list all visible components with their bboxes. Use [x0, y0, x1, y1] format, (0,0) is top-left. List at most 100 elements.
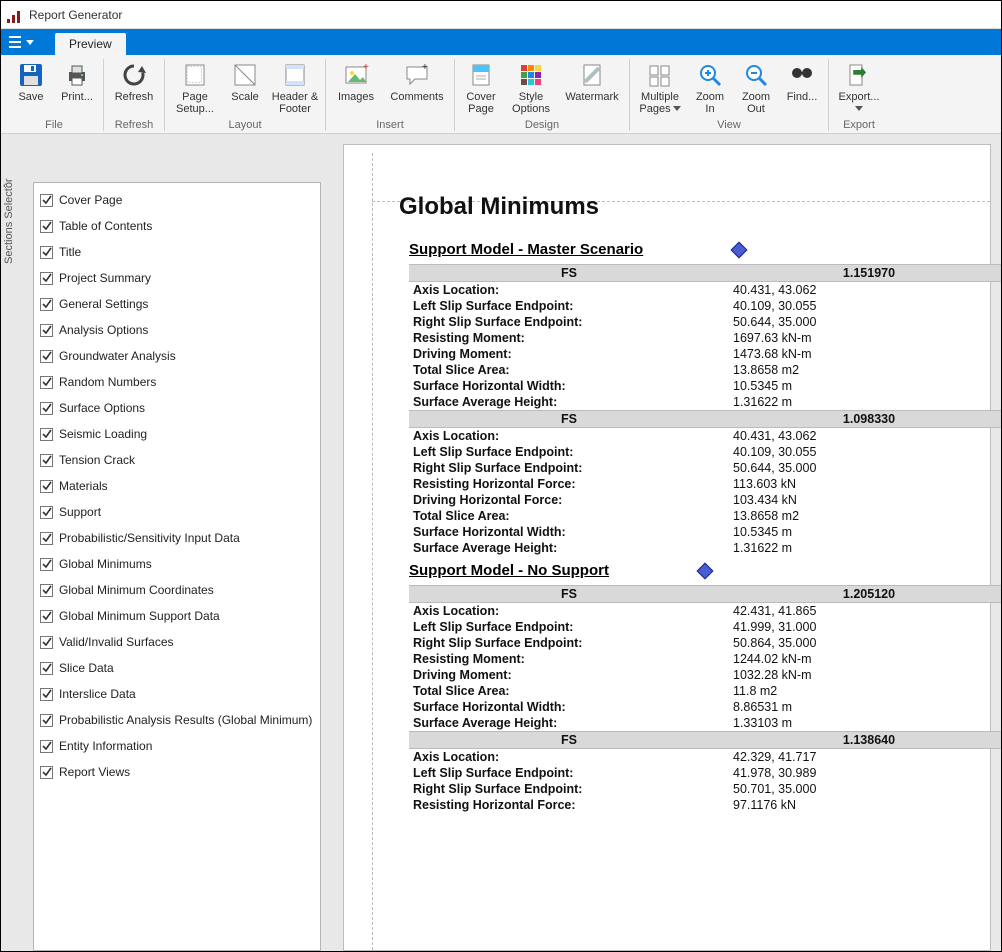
section-item-label: Global Minimum Coordinates [59, 583, 214, 597]
tab-preview[interactable]: Preview [55, 33, 126, 55]
checkbox-icon[interactable] [40, 688, 53, 701]
checkbox-icon[interactable] [40, 636, 53, 649]
section-item[interactable]: Support [40, 499, 314, 525]
images-button[interactable]: + Images [332, 59, 380, 117]
row-key: Right Slip Surface Endpoint: [409, 781, 729, 797]
checkbox-icon[interactable] [40, 662, 53, 675]
checkbox-icon[interactable] [40, 714, 53, 727]
section-item[interactable]: Global Minimums [40, 551, 314, 577]
checkbox-icon[interactable] [40, 480, 53, 493]
section-item[interactable]: Cover Page [40, 187, 314, 213]
checkbox-icon[interactable] [40, 584, 53, 597]
section-item-label: Slice Data [59, 661, 114, 675]
find-button[interactable]: Find... [782, 59, 822, 117]
checkbox-icon[interactable] [40, 298, 53, 311]
table-row: Resisting Moment:1697.63 kN-m [409, 330, 1001, 346]
checkbox-icon[interactable] [40, 428, 53, 441]
checkbox-icon[interactable] [40, 402, 53, 415]
section-item[interactable]: Report Views [40, 759, 314, 785]
row-value: 42.431, 41.865 [729, 603, 1001, 620]
zoom-in-button[interactable]: Zoom In [690, 59, 730, 117]
section-item-label: Groundwater Analysis [59, 349, 176, 363]
section-item[interactable]: Entity Information [40, 733, 314, 759]
section-item[interactable]: Surface Options [40, 395, 314, 421]
section-item[interactable]: Global Minimum Coordinates [40, 577, 314, 603]
checkbox-icon[interactable] [40, 324, 53, 337]
checkbox-icon[interactable] [40, 350, 53, 363]
multiple-pages-button[interactable]: Multiple Pages [636, 59, 684, 117]
section-item[interactable]: Groundwater Analysis [40, 343, 314, 369]
checkbox-icon[interactable] [40, 610, 53, 623]
row-key: Axis Location: [409, 428, 729, 445]
scale-button[interactable]: Scale [225, 59, 265, 117]
checkbox-icon[interactable] [40, 454, 53, 467]
checkbox-icon[interactable] [40, 376, 53, 389]
section-item-label: Tension Crack [59, 453, 135, 467]
section-item[interactable]: Slice Data [40, 655, 314, 681]
table-row: Left Slip Surface Endpoint:41.978, 30.98… [409, 765, 1001, 781]
row-key: Left Slip Surface Endpoint: [409, 619, 729, 635]
row-value: 103.434 kN [729, 492, 1001, 508]
section-item[interactable]: Global Minimum Support Data [40, 603, 314, 629]
checkbox-icon[interactable] [40, 220, 53, 233]
table-row: Left Slip Surface Endpoint:40.109, 30.05… [409, 298, 1001, 314]
section-item[interactable]: Analysis Options [40, 317, 314, 343]
print-icon [63, 61, 91, 89]
section-item-label: Report Views [59, 765, 130, 779]
checkbox-icon[interactable] [40, 532, 53, 545]
checkbox-icon[interactable] [40, 506, 53, 519]
section-item[interactable]: Materials [40, 473, 314, 499]
section-item[interactable]: Table of Contents [40, 213, 314, 239]
save-button[interactable]: Save [11, 59, 51, 117]
ribbon: Save Print... File Refresh Refresh [1, 55, 1001, 134]
section-item[interactable]: General Settings [40, 291, 314, 317]
refresh-button[interactable]: Refresh [110, 59, 158, 117]
section-item[interactable]: Interslice Data [40, 681, 314, 707]
section-item[interactable]: Tension Crack [40, 447, 314, 473]
checkbox-icon[interactable] [40, 246, 53, 259]
preview-area[interactable]: Global MinimumsSupport Model - Master Sc… [337, 134, 1001, 951]
cover-page-button[interactable]: Cover Page [461, 59, 501, 117]
comments-button[interactable]: + Comments [386, 59, 448, 117]
checkbox-icon[interactable] [40, 194, 53, 207]
app-menu-button[interactable] [1, 29, 41, 55]
section-item[interactable]: Project Summary [40, 265, 314, 291]
section-item[interactable]: Probabilistic Analysis Results (Global M… [40, 707, 314, 733]
zoom-out-button[interactable]: Zoom Out [736, 59, 776, 117]
header-footer-button[interactable]: Header & Footer [271, 59, 319, 117]
checkbox-icon[interactable] [40, 740, 53, 753]
section-item-label: Seismic Loading [59, 427, 147, 441]
print-button[interactable]: Print... [57, 59, 97, 117]
section-item[interactable]: Valid/Invalid Surfaces [40, 629, 314, 655]
table-header-row: FS1.138640 [409, 732, 1001, 749]
row-key: Left Slip Surface Endpoint: [409, 444, 729, 460]
row-value: 50.644, 35.000 [729, 314, 1001, 330]
page-setup-button[interactable]: Page Setup... [171, 59, 219, 117]
ribbon-group-label: View [636, 119, 822, 131]
table-row: Driving Moment:1473.68 kN-m [409, 346, 1001, 362]
section-item[interactable]: Seismic Loading [40, 421, 314, 447]
row-value: 11.8 m2 [729, 683, 1001, 699]
checkbox-icon[interactable] [40, 272, 53, 285]
checkbox-icon[interactable] [40, 558, 53, 571]
cover-page-icon [467, 61, 495, 89]
section-item[interactable]: Title [40, 239, 314, 265]
section-item-label: Random Numbers [59, 375, 156, 389]
row-key: Left Slip Surface Endpoint: [409, 765, 729, 781]
scale-icon [231, 61, 259, 89]
watermark-button[interactable]: Watermark [561, 59, 623, 117]
table-header-row: FS1.151970 [409, 265, 1001, 282]
section-item[interactable]: Probabilistic/Sensitivity Input Data [40, 525, 314, 551]
save-icon [17, 61, 45, 89]
comments-icon: + [403, 61, 431, 89]
row-key: Total Slice Area: [409, 362, 729, 378]
export-button[interactable]: Export... [835, 59, 883, 117]
row-key: Total Slice Area: [409, 683, 729, 699]
checkbox-icon[interactable] [40, 766, 53, 779]
style-options-button[interactable]: Style Options [507, 59, 555, 117]
row-key: Total Slice Area: [409, 508, 729, 524]
ribbon-group-label: Design [461, 119, 623, 131]
ribbon-group-insert: + Images + Comments Insert [325, 59, 454, 131]
section-item[interactable]: Random Numbers [40, 369, 314, 395]
table-row: Left Slip Surface Endpoint:41.999, 31.00… [409, 619, 1001, 635]
